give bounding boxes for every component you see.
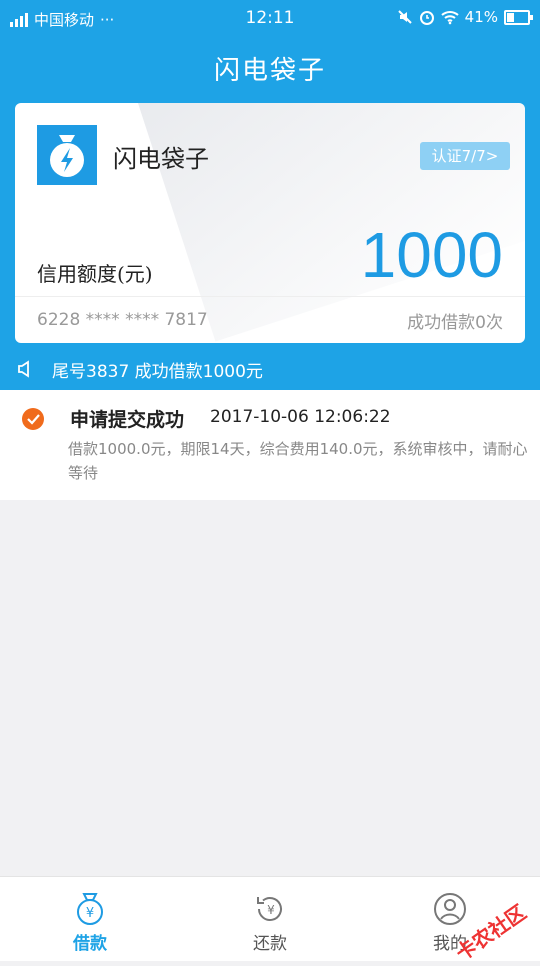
status-bar: 中国移动 ··· 12:11 41% xyxy=(0,0,540,36)
bank-card-number: 6228 **** **** 7817 xyxy=(37,310,208,330)
credit-limit-label: 信用额度(元) xyxy=(37,262,153,286)
tab-borrow[interactable]: ¥ 借款 xyxy=(20,877,160,961)
tab-repay[interactable]: ¥ 还款 xyxy=(200,877,340,961)
tab-repay-label: 还款 xyxy=(253,934,287,954)
repay-icon: ¥ xyxy=(257,897,282,921)
speaker-icon xyxy=(18,360,29,378)
svg-text:¥: ¥ xyxy=(267,903,275,917)
borrow-count: 成功借款0次 xyxy=(407,313,503,333)
page-title: 闪电袋子 xyxy=(213,56,326,86)
battery-icon xyxy=(504,9,533,25)
mute-icon xyxy=(397,10,412,24)
record-title: 申请提交成功 xyxy=(70,409,185,431)
announcement-bar: 尾号3837 成功借款1000元 xyxy=(0,348,540,390)
app-logo xyxy=(37,125,97,185)
money-bag-icon: ¥ xyxy=(77,893,103,925)
alarm-icon xyxy=(419,11,434,25)
svg-text:¥: ¥ xyxy=(86,906,94,921)
credit-card-panel[interactable]: 闪电袋子 认证7/7> 信用额度(元) 1000 6228 **** **** … xyxy=(15,103,525,343)
battery-percent: 41% xyxy=(464,8,498,26)
wifi-icon xyxy=(440,11,459,25)
announcement-text: 尾号3837 成功借款1000元 xyxy=(52,361,263,382)
check-icon xyxy=(22,408,44,430)
record-description: 借款1000.0元，期限14天，综合费用140.0元，系统审核中，请耐心等待 xyxy=(68,440,528,482)
app-name: 闪电袋子 xyxy=(113,145,209,173)
user-icon xyxy=(434,893,466,925)
credit-limit-value: 1000 xyxy=(360,219,503,291)
lightning-bag-icon xyxy=(50,135,84,177)
record-time: 2017-10-06 12:06:22 xyxy=(210,407,391,427)
application-record[interactable]: 申请提交成功 2017-10-06 12:06:22 借款1000.0元，期限1… xyxy=(0,390,540,500)
tab-borrow-label: 借款 xyxy=(73,934,107,954)
card-divider xyxy=(15,296,525,297)
certification-badge[interactable]: 认证7/7> xyxy=(420,142,510,170)
